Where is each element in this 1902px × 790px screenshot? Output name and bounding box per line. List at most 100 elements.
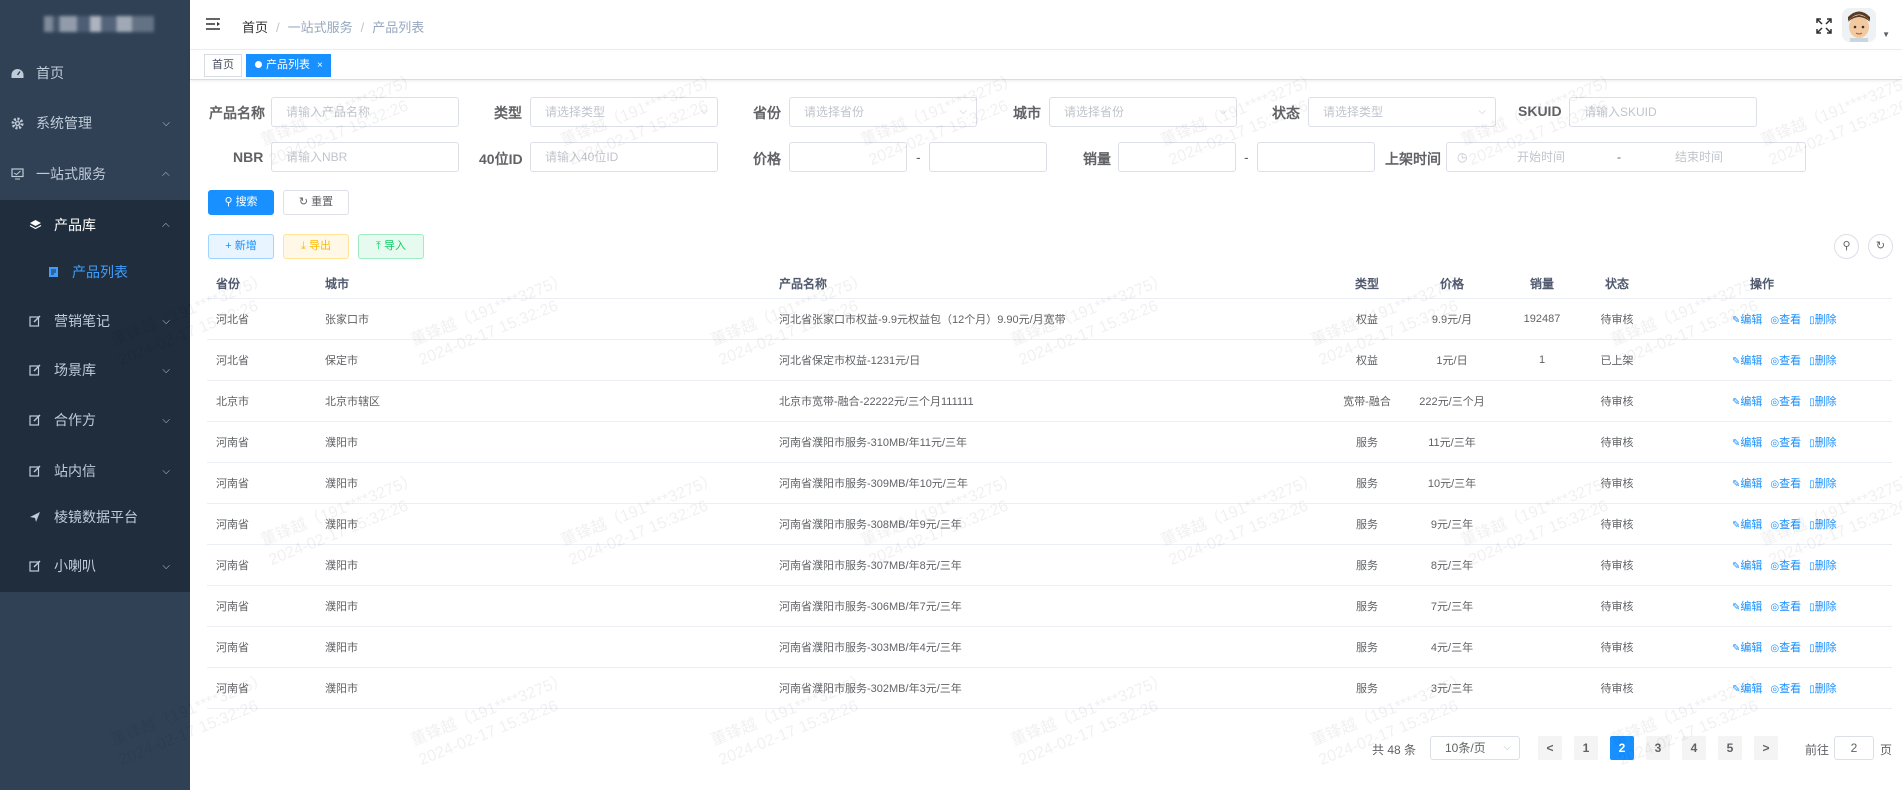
view-link[interactable]: ◎查看 — [1770, 434, 1801, 450]
sidebar-item-messages[interactable]: 站内信 ⌵ — [0, 446, 190, 496]
edit-link[interactable]: ✎编辑 — [1732, 393, 1762, 409]
sidebar-item-marketing-notes[interactable]: 营销笔记 ⌵ — [0, 296, 190, 346]
city-select[interactable]: 请选择省份 ⌵ — [1049, 97, 1237, 127]
cell-status: 待审核 — [1600, 683, 1634, 695]
nbr-input[interactable]: 请输入NBR — [271, 142, 459, 172]
skuid-input[interactable]: 请输入SKUID — [1569, 97, 1757, 127]
view-link[interactable]: ◎查看 — [1770, 393, 1801, 409]
delete-link[interactable]: ▯删除 — [1809, 557, 1837, 573]
page-size-value: 10条/页 — [1445, 741, 1486, 755]
page-button[interactable]: 5 — [1718, 736, 1742, 760]
delete-link[interactable]: ▯删除 — [1809, 311, 1837, 327]
action-label: 删除 — [1814, 560, 1837, 572]
import-button[interactable]: ⤒ 导入 — [358, 234, 424, 259]
price-max-input[interactable] — [929, 142, 1047, 172]
next-page-button[interactable]: > — [1754, 736, 1778, 760]
cell-city: 濮阳市 — [325, 560, 358, 572]
caret-down-icon[interactable]: ▼ — [1882, 30, 1890, 39]
edit-link[interactable]: ✎编辑 — [1732, 557, 1762, 573]
sidebar-item-product-library[interactable]: 产品库 ⌵ — [0, 200, 190, 250]
cell-type: 服务 — [1356, 642, 1378, 654]
hamburger-icon[interactable] — [205, 16, 221, 32]
export-button[interactable]: ⤓ 导出 — [283, 234, 349, 259]
view-link[interactable]: ◎查看 — [1770, 598, 1801, 614]
page-button[interactable]: 4 — [1682, 736, 1706, 760]
sales-min-input[interactable] — [1118, 142, 1236, 172]
navbar: 首页 / 一站式服务 / 产品列表 ▼ — [190, 0, 1902, 50]
goto-page-input[interactable]: 2 — [1834, 736, 1874, 760]
sidebar-item-speaker[interactable]: 小喇叭 ⌵ — [0, 541, 190, 591]
edit-link[interactable]: ✎编辑 — [1732, 639, 1762, 655]
add-button[interactable]: + 新增 — [208, 234, 274, 259]
view-link[interactable]: ◎查看 — [1770, 639, 1801, 655]
edit-link[interactable]: ✎编辑 — [1732, 475, 1762, 491]
page-button[interactable]: 3 — [1646, 736, 1670, 760]
price-min-input[interactable] — [789, 142, 907, 172]
action-label: 删除 — [1814, 437, 1837, 449]
sidebar-item-partners[interactable]: 合作方 ⌵ — [0, 395, 190, 445]
cell-sales: 192487 — [1523, 313, 1561, 325]
province-label: 省份 — [753, 105, 781, 121]
province-select[interactable]: 请选择省份 ⌵ — [789, 97, 977, 127]
chevron-right-icon: > — [1762, 741, 1770, 755]
edit-link[interactable]: ✎编辑 — [1732, 598, 1762, 614]
search-button[interactable]: ⚲ 搜索 — [208, 190, 274, 215]
view-link[interactable]: ◎查看 — [1770, 352, 1801, 368]
delete-link[interactable]: ▯删除 — [1809, 680, 1837, 696]
sidebar-item-scene-library[interactable]: 场景库 ⌵ — [0, 345, 190, 395]
cell-price: 9元/三年 — [1430, 519, 1474, 531]
price-label: 价格 — [753, 151, 781, 167]
view-link[interactable]: ◎查看 — [1770, 680, 1801, 696]
type-select[interactable]: 请选择类型 ⌵ — [530, 97, 718, 127]
close-icon[interactable]: × — [317, 60, 323, 71]
sidebar-item-system[interactable]: 系统管理 ⌵ — [0, 98, 190, 148]
status-select[interactable]: 请选择类型 ⌵ — [1308, 97, 1496, 127]
page-button[interactable]: 1 — [1574, 736, 1598, 760]
view-link[interactable]: ◎查看 — [1770, 311, 1801, 327]
edit-link[interactable]: ✎编辑 — [1732, 680, 1762, 696]
delete-link[interactable]: ▯删除 — [1809, 516, 1837, 532]
delete-link[interactable]: ▯删除 — [1809, 352, 1837, 368]
product-name-input[interactable]: 请输入产品名称 — [271, 97, 459, 127]
toggle-search-button[interactable]: ⚲ — [1834, 234, 1859, 259]
cell-product-name: 河南省濮阳市服务-310MB/年11元/三年 — [779, 437, 968, 449]
send-icon — [28, 510, 42, 524]
tag-home[interactable]: 首页 — [204, 54, 242, 77]
sidebar-item-one-stop[interactable]: 一站式服务 ⌵ — [0, 149, 190, 199]
action-label: 删除 — [1814, 396, 1837, 408]
delete-link[interactable]: ▯删除 — [1809, 598, 1837, 614]
delete-link[interactable]: ▯删除 — [1809, 475, 1837, 491]
edit-link[interactable]: ✎编辑 — [1732, 434, 1762, 450]
cell-city: 张家口市 — [325, 314, 369, 326]
breadcrumb-one-stop[interactable]: 一站式服务 — [288, 20, 353, 35]
edit-link[interactable]: ✎编辑 — [1732, 352, 1762, 368]
page-size-select[interactable]: 10条/页 ⌵ — [1430, 736, 1520, 760]
edit-link[interactable]: ✎编辑 — [1732, 516, 1762, 532]
edit-link[interactable]: ✎编辑 — [1732, 311, 1762, 327]
page-button[interactable]: 2 — [1610, 736, 1634, 760]
id40-input[interactable]: 请输入40位ID — [530, 142, 718, 172]
cell-province: 北京市 — [216, 396, 249, 408]
prev-page-button[interactable]: < — [1538, 736, 1562, 760]
view-link[interactable]: ◎查看 — [1770, 516, 1801, 532]
sidebar-item-product-list[interactable]: 产品列表 — [0, 247, 190, 297]
dashboard-icon — [10, 66, 24, 80]
view-link[interactable]: ◎查看 — [1770, 475, 1801, 491]
cell-status: 待审核 — [1600, 642, 1634, 654]
delete-link[interactable]: ▯删除 — [1809, 639, 1837, 655]
delete-link[interactable]: ▯删除 — [1809, 434, 1837, 450]
sidebar-item-prism-data[interactable]: 棱镜数据平台 — [0, 492, 190, 542]
sales-max-input[interactable] — [1257, 142, 1375, 172]
reset-button[interactable]: ↻ 重置 — [283, 190, 349, 215]
fullscreen-icon[interactable] — [1816, 18, 1832, 34]
refresh-button[interactable]: ↻ — [1868, 234, 1893, 259]
listed-time-range-picker[interactable]: ◷ 开始时间 - 结束时间 — [1446, 142, 1806, 172]
sidebar-item-home[interactable]: 首页 — [0, 48, 190, 98]
view-link[interactable]: ◎查看 — [1770, 557, 1801, 573]
delete-link[interactable]: ▯删除 — [1809, 393, 1837, 409]
avatar[interactable] — [1842, 8, 1876, 42]
sidebar-item-label: 系统管理 — [36, 115, 92, 131]
chevron-down-icon: ⌵ — [162, 117, 170, 129]
tag-product-list[interactable]: 产品列表 × — [246, 54, 331, 77]
breadcrumb-home[interactable]: 首页 — [242, 20, 268, 35]
